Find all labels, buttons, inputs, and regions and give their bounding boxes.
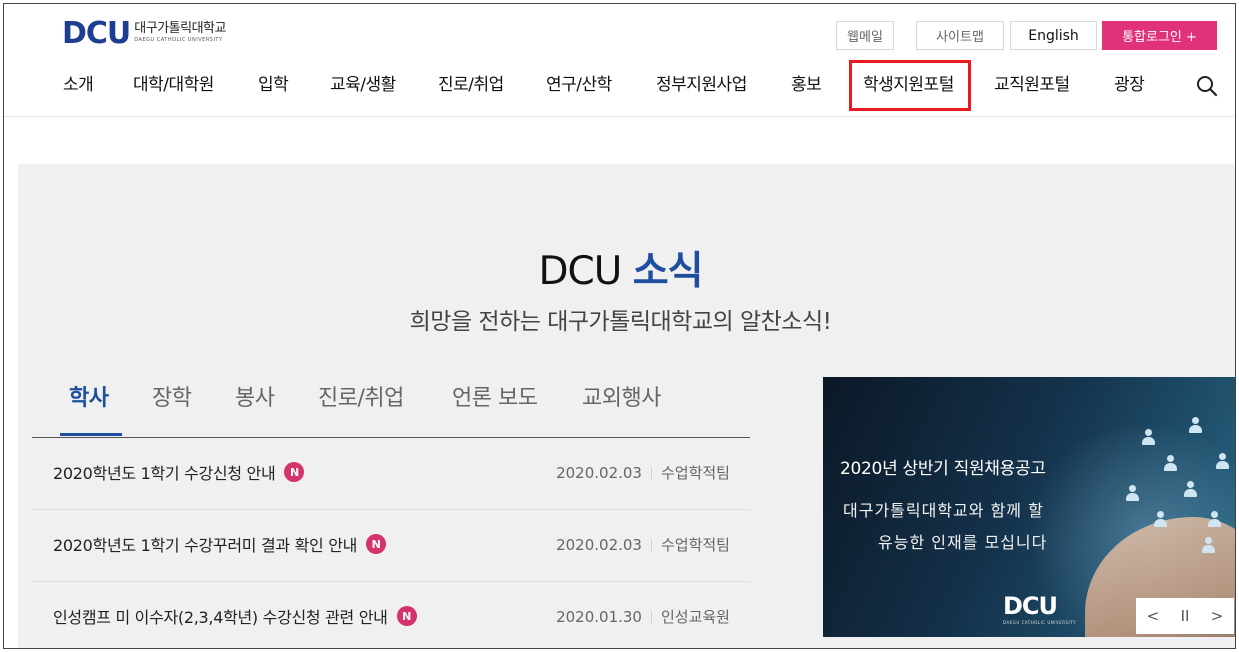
news-item-department: 수업학적팀 bbox=[660, 464, 730, 482]
news-list-item[interactable]: 2020학년도 1학기 수강꾸러미 결과 확인 안내 N 2020.02.03 … bbox=[32, 510, 750, 582]
logo-korean-name: 대구가톨릭대학교 bbox=[134, 21, 226, 36]
person-icon bbox=[1163, 455, 1177, 471]
tab-academic[interactable]: 학사 bbox=[69, 380, 109, 412]
news-item-title[interactable]: 2020학년도 1학기 수강꾸러미 결과 확인 안내 N bbox=[53, 532, 387, 556]
news-item-date: 2020.01.30 bbox=[556, 607, 642, 626]
logo-mark: DCU bbox=[62, 16, 131, 51]
main-navigation: 소개 대학/대학원 입학 교육/생활 진로/취업 연구/산학 정부지원사업 홍보… bbox=[4, 60, 1235, 117]
webmail-button[interactable]: 웹메일 bbox=[836, 21, 894, 50]
tab-scholarship[interactable]: 장학 bbox=[152, 380, 192, 412]
news-item-meta: 2020.02.03 수업학적팀 bbox=[556, 534, 730, 555]
news-item-meta: 2020.01.30 인성교육원 bbox=[556, 606, 730, 627]
news-item-department: 수업학적팀 bbox=[660, 536, 730, 554]
sitemap-button[interactable]: 사이트맵 bbox=[916, 21, 1004, 50]
news-title-accent: 소식 bbox=[632, 249, 704, 294]
news-item-title-text: 2020학년도 1학기 수강신청 안내 bbox=[53, 464, 276, 483]
news-list-item[interactable]: 인성캠프 미 이수자(2,3,4학년) 수강신청 관련 안내 N 2020.01… bbox=[32, 582, 750, 648]
banner-line-2: 유능한 인재를 모십니다 bbox=[878, 533, 1048, 552]
news-list-item[interactable]: 2020학년도 1학기 수강신청 안내 N 2020.02.03 수업학적팀 bbox=[32, 438, 750, 510]
banner-logo: DCU bbox=[1003, 592, 1058, 620]
meta-divider bbox=[650, 538, 652, 551]
nav-item-admission[interactable]: 입학 bbox=[258, 70, 289, 95]
nav-item-career[interactable]: 진로/취업 bbox=[438, 70, 504, 95]
new-badge: N bbox=[366, 534, 387, 554]
news-item-department: 인성교육원 bbox=[660, 608, 730, 626]
previous-slide-button[interactable]: < bbox=[1147, 607, 1160, 625]
nav-item-education-life[interactable]: 교육/생활 bbox=[330, 70, 396, 95]
pause-button[interactable]: II bbox=[1181, 607, 1190, 625]
banner-line-1: 대구가톨릭대학교와 함께 할 bbox=[843, 501, 1044, 520]
news-section-subtitle: 희망을 전하는 대구가톨릭대학교의 알찬소식! bbox=[409, 309, 832, 335]
news-tabs: 학사 장학 봉사 진로/취업 언론 보도 교외행사 bbox=[32, 378, 750, 438]
news-title-prefix: DCU bbox=[538, 249, 623, 294]
person-icon bbox=[1183, 481, 1197, 497]
logo-english-name: DAEGU CATHOLIC UNIVERSITY bbox=[134, 37, 223, 43]
news-item-title[interactable]: 인성캠프 미 이수자(2,3,4학년) 수강신청 관련 안내 N bbox=[53, 604, 417, 628]
banner-controls: < II > bbox=[1136, 598, 1234, 634]
logo-text: 대구가톨릭대학교 DAEGU CATHOLIC UNIVERSITY bbox=[134, 21, 226, 44]
news-section-title: DCU 소식 bbox=[4, 240, 1235, 296]
meta-divider bbox=[650, 466, 652, 479]
nav-item-government-projects[interactable]: 정부지원사업 bbox=[656, 70, 747, 95]
person-icon bbox=[1201, 537, 1215, 553]
highlight-box bbox=[849, 60, 971, 111]
banner-logo-english: DAEGU CATHOLIC UNIVERSITY bbox=[1003, 620, 1077, 625]
news-item-title-text: 2020학년도 1학기 수강꾸러미 결과 확인 안내 bbox=[53, 536, 358, 555]
nav-item-square[interactable]: 광장 bbox=[1114, 70, 1145, 95]
new-badge: N bbox=[396, 606, 417, 626]
news-item-title[interactable]: 2020학년도 1학기 수강신청 안내 N bbox=[53, 460, 305, 484]
search-icon[interactable] bbox=[1196, 75, 1218, 97]
person-icon bbox=[1125, 485, 1139, 501]
university-logo[interactable]: DCU 대구가톨릭대학교 DAEGU CATHOLIC UNIVERSITY bbox=[62, 18, 226, 50]
person-icon bbox=[1141, 429, 1155, 445]
tab-volunteer[interactable]: 봉사 bbox=[235, 380, 275, 412]
next-slide-button[interactable]: > bbox=[1211, 607, 1224, 625]
meta-divider bbox=[650, 610, 652, 623]
nav-item-college-graduate[interactable]: 대학/대학원 bbox=[133, 70, 214, 95]
integrated-login-button[interactable]: 통합로그인 + bbox=[1102, 21, 1217, 50]
person-icon bbox=[1153, 511, 1167, 527]
person-icon bbox=[1215, 453, 1229, 469]
tab-career[interactable]: 진로/취업 bbox=[318, 380, 404, 412]
banner-headline: 2020년 상반기 직원채용공고 bbox=[840, 459, 1046, 479]
person-icon bbox=[1207, 511, 1221, 527]
nav-item-research[interactable]: 연구/산학 bbox=[546, 70, 612, 95]
tab-external-events[interactable]: 교외행사 bbox=[582, 380, 661, 412]
page: DCU 대구가톨릭대학교 DAEGU CATHOLIC UNIVERSITY 웹… bbox=[3, 3, 1236, 649]
news-item-date: 2020.02.03 bbox=[556, 463, 642, 482]
english-button[interactable]: English bbox=[1010, 21, 1097, 50]
news-item-date: 2020.02.03 bbox=[556, 535, 642, 554]
nav-item-staff-portal[interactable]: 교직원포털 bbox=[994, 70, 1070, 95]
news-item-meta: 2020.02.03 수업학적팀 bbox=[556, 462, 730, 483]
news-item-title-text: 인성캠프 미 이수자(2,3,4학년) 수강신청 관련 안내 bbox=[53, 608, 388, 627]
nav-item-about[interactable]: 소개 bbox=[63, 70, 94, 95]
nav-item-pr[interactable]: 홍보 bbox=[791, 70, 822, 95]
tab-press[interactable]: 언론 보도 bbox=[452, 380, 538, 412]
person-icon bbox=[1188, 417, 1202, 433]
new-badge: N bbox=[284, 462, 305, 482]
active-tab-indicator bbox=[60, 433, 122, 436]
